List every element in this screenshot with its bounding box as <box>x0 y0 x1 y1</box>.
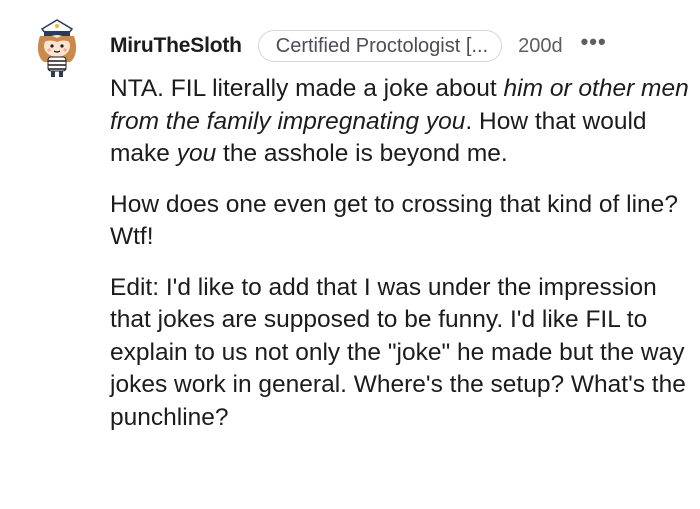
comment: MiruTheSloth Certified Proctologist [...… <box>0 0 700 509</box>
paragraph-text: the asshole is beyond me. <box>216 140 508 167</box>
timestamp: 200d <box>518 34 563 57</box>
emphasis-text: you <box>176 140 217 167</box>
comment-paragraph-2: How does one even get to crossing that k… <box>110 190 678 251</box>
comment-header: MiruTheSloth Certified Proctologist [...… <box>110 28 690 64</box>
comment-paragraph-3: Edit: I'd like to add that I was under t… <box>110 273 686 431</box>
snoo-avatar-icon <box>37 19 77 77</box>
comment-paragraph-1: NTA. FIL literally made a joke about him… <box>110 73 690 171</box>
username-link[interactable]: MiruTheSloth <box>110 34 242 58</box>
user-flair[interactable]: Certified Proctologist [... <box>257 30 503 62</box>
paragraph-text: NTA. FIL literally made a joke about <box>110 75 504 102</box>
user-avatar[interactable] <box>34 14 80 78</box>
comment-body: NTA. FIL literally made a joke about him… <box>110 73 690 434</box>
more-horizontal-icon[interactable]: ••• <box>581 31 607 53</box>
